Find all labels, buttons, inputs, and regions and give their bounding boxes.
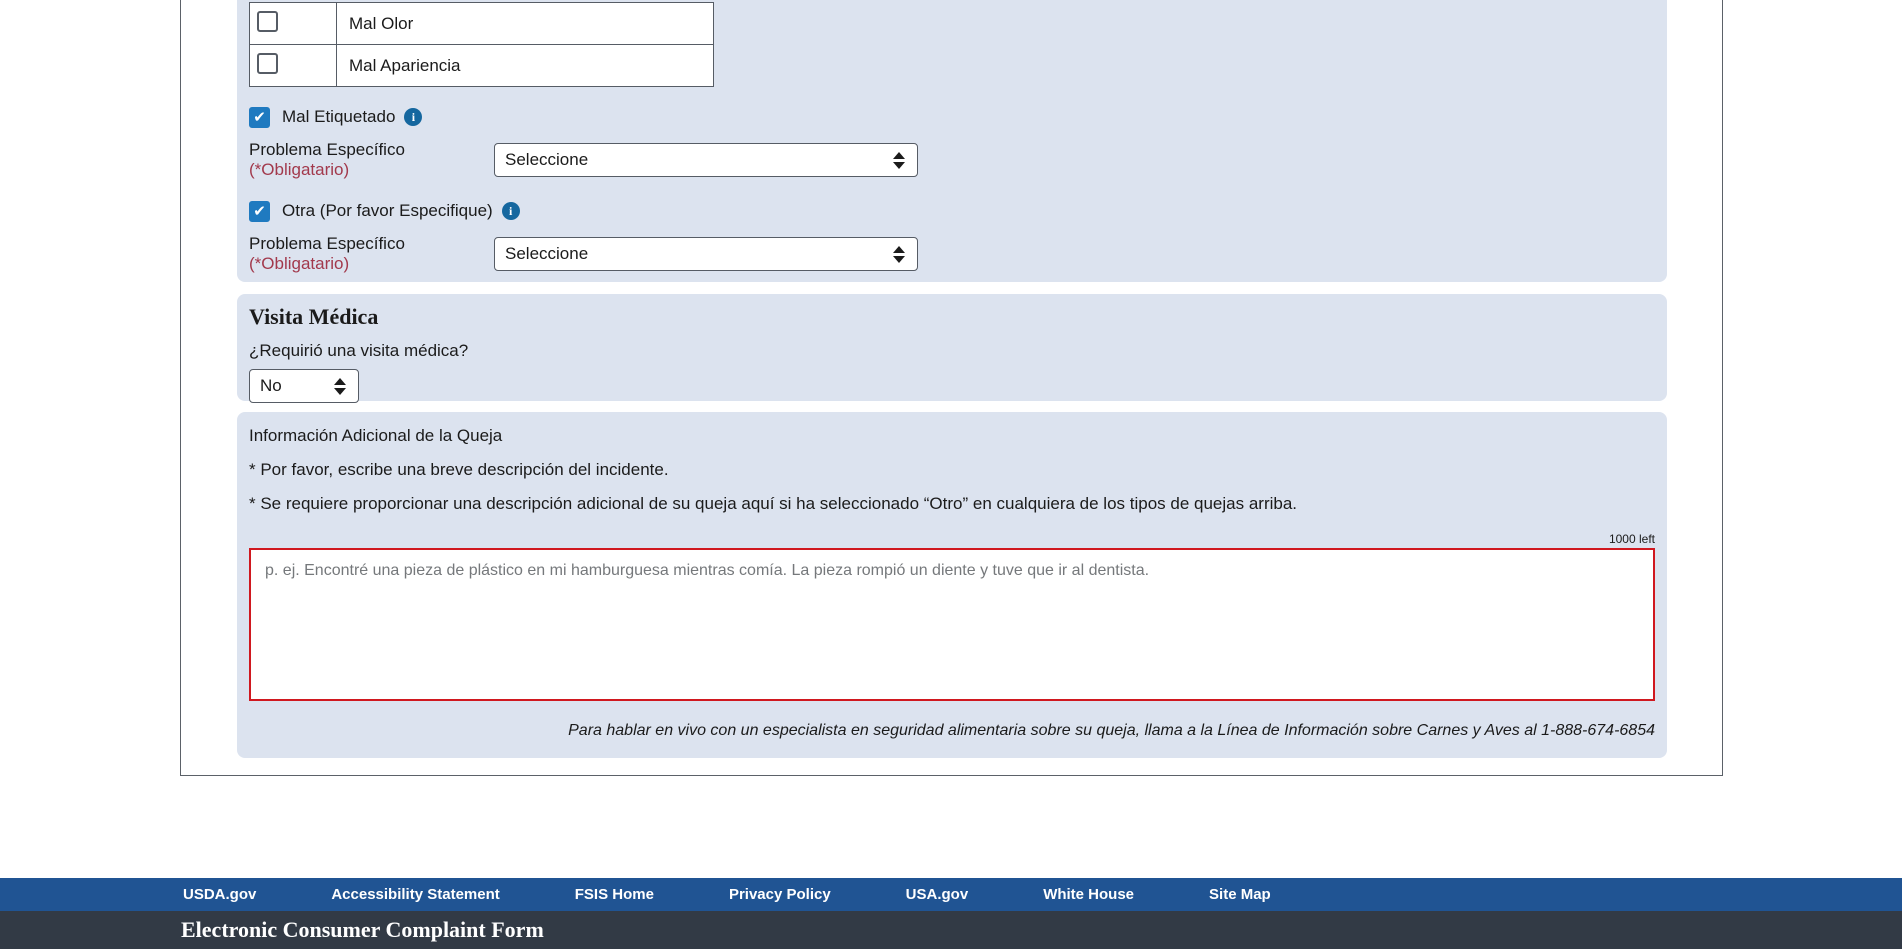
footer-title-band: Electronic Consumer Complaint Form xyxy=(0,911,1902,949)
info-icon[interactable]: i xyxy=(501,202,520,220)
problem-label: Problema Específico xyxy=(249,234,405,253)
footer-link-usa-gov[interactable]: USA.gov xyxy=(906,886,969,903)
checkbox-label: Mal Etiquetado xyxy=(282,107,396,126)
characters-left-counter: 1000 left xyxy=(1608,532,1655,546)
select-stepper-icon xyxy=(334,377,346,395)
footer-link-usda-gov[interactable]: USDA.gov xyxy=(183,886,256,903)
mal-etiquetado-row: ✔ Mal Etiquetado i xyxy=(249,106,1655,128)
otro-requirement-note: * Se requiere proporcionar una descripci… xyxy=(249,494,1298,513)
specific-problem-select-2[interactable]: Seleccione xyxy=(494,237,918,271)
option-label: Mal Olor xyxy=(336,2,714,45)
required-note: (*Obligatario) xyxy=(249,254,350,273)
section-title: Visita Médica xyxy=(249,304,379,329)
footer-link-site-map[interactable]: Site Map xyxy=(1209,886,1271,903)
footer-link-fsis-home[interactable]: FSIS Home xyxy=(575,886,654,903)
checkbox-label: Otra (Por favor Especifique) xyxy=(282,201,493,220)
footer-link-white-house[interactable]: White House xyxy=(1043,886,1134,903)
form-container: Mal Olor Mal Apariencia ✔ Mal Etiquetado… xyxy=(180,0,1723,776)
specific-problem-row-1: Problema Específico (*Obligatario) Selec… xyxy=(249,140,1655,180)
select-stepper-icon xyxy=(893,151,905,169)
footer-nav: USDA.gov Accessibility Statement FSIS Ho… xyxy=(0,878,1902,911)
specific-problem-select-1[interactable]: Seleccione xyxy=(494,143,918,177)
check-icon: ✔ xyxy=(253,108,266,126)
option-label: Mal Apariencia xyxy=(336,44,714,87)
table-row: Mal Apariencia xyxy=(249,44,714,87)
additional-info-panel: Información Adicional de la Queja * Por … xyxy=(237,412,1667,758)
select-value: No xyxy=(260,376,282,395)
hotline-note: Para hablar en vivo con un especialista … xyxy=(568,722,1655,739)
medical-visit-panel: Visita Médica ¿Requirió una visita médic… xyxy=(237,294,1667,403)
description-instruction: * Por favor, escribe una breve descripci… xyxy=(249,460,669,479)
info-icon[interactable]: i xyxy=(404,108,423,126)
additional-info-title: Información Adicional de la Queja xyxy=(249,426,503,445)
problem-label: Problema Específico xyxy=(249,140,405,159)
checkbox-mal-olor[interactable] xyxy=(257,10,278,32)
check-icon: ✔ xyxy=(253,202,266,220)
select-stepper-icon xyxy=(893,245,905,263)
checkbox-mal-etiquetado[interactable]: ✔ xyxy=(249,106,270,128)
otra-row: ✔ Otra (Por favor Especifique) i xyxy=(249,200,1655,222)
medical-visit-select[interactable]: No xyxy=(249,369,359,403)
required-note: (*Obligatario) xyxy=(249,160,350,179)
specific-problem-row-2: Problema Específico (*Obligatario) Selec… xyxy=(249,234,1655,274)
checkbox-otra[interactable]: ✔ xyxy=(249,200,270,222)
table-row: Mal Olor xyxy=(249,2,714,45)
select-value: Seleccione xyxy=(505,150,589,169)
footer-link-accessibility[interactable]: Accessibility Statement xyxy=(331,886,499,903)
footer-link-privacy-policy[interactable]: Privacy Policy xyxy=(729,886,831,903)
footer-form-title: Electronic Consumer Complaint Form xyxy=(181,917,544,942)
checkbox-mal-apariencia[interactable] xyxy=(257,52,278,74)
complaint-options-table: Mal Olor Mal Apariencia xyxy=(249,2,714,87)
medical-visit-question: ¿Requirió una visita médica? xyxy=(249,341,469,360)
complaint-description-textarea[interactable] xyxy=(249,548,1655,701)
select-value: Seleccione xyxy=(505,244,589,263)
complaint-types-panel: Mal Olor Mal Apariencia ✔ Mal Etiquetado… xyxy=(237,0,1667,282)
